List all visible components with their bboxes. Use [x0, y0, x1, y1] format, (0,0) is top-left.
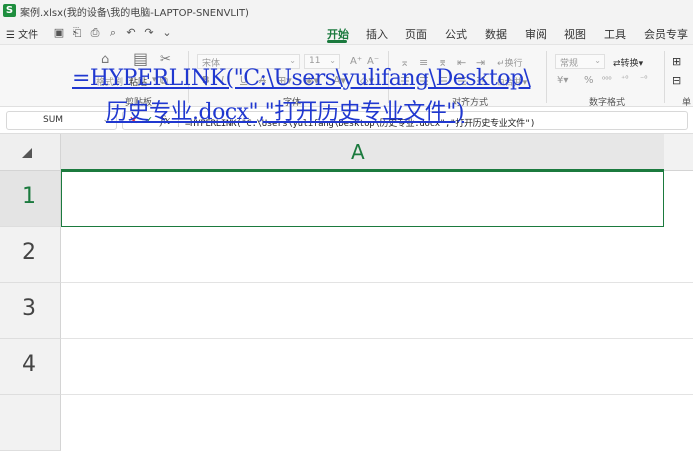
active-cell-a1[interactable]	[61, 171, 664, 227]
spreadsheet-grid: A 1 2 3 4	[0, 134, 693, 451]
row-header-3[interactable]: 3	[0, 283, 61, 339]
row-col-icon[interactable]: ⊞	[672, 55, 681, 68]
tab-page[interactable]: 页面	[405, 26, 427, 42]
undo-icon[interactable]: ↶	[124, 26, 138, 40]
row-header-label: 2	[22, 240, 36, 265]
cell-a1-hyperlink[interactable]: =HYPERLINK("C:\Users\yulifang\Desktop\ 历…	[72, 62, 662, 130]
tab-tools[interactable]: 工具	[604, 26, 626, 42]
cell-a1-line-2: 历史专业.docx","打开历史专业文件")	[106, 100, 464, 125]
print-preview-icon[interactable]: ⌕	[106, 26, 120, 40]
window-title: 案例.xlsx(我的设备\我的电脑-LAPTOP-SNENVLIT)	[20, 8, 249, 19]
select-all-icon	[22, 148, 32, 158]
tab-review[interactable]: 审阅	[525, 26, 547, 42]
title-bar: S 案例.xlsx(我的设备\我的电脑-LAPTOP-SNENVLIT)	[0, 0, 693, 22]
row-header-5[interactable]	[0, 395, 61, 451]
tab-insert[interactable]: 插入	[366, 26, 388, 42]
chevron-down-icon[interactable]: ⌄	[160, 26, 174, 40]
tab-formulas[interactable]: 公式	[445, 26, 467, 42]
column-header-a[interactable]: A	[61, 134, 664, 171]
row-gridline	[61, 338, 693, 339]
cell-a1-line-1: =HYPERLINK("C:\Users\yulifang\Desktop\	[72, 66, 531, 91]
file-menu-button[interactable]: ☰ 文件	[6, 26, 38, 41]
app-logo-icon: S	[3, 4, 16, 17]
row-header-4[interactable]: 4	[0, 339, 61, 395]
worksheet-icon[interactable]: ⊟	[672, 74, 681, 87]
active-tab-indicator	[327, 40, 347, 43]
row-header-1[interactable]: 1	[0, 171, 61, 227]
save-icon[interactable]: ▣	[52, 26, 66, 40]
column-header-empty	[664, 134, 693, 171]
print-icon[interactable]: ⎙	[88, 26, 102, 40]
row-gridline	[61, 394, 693, 395]
redo-icon[interactable]: ↷	[142, 26, 156, 40]
row-header-label: 1	[22, 184, 36, 209]
row-header-label: 3	[22, 296, 36, 321]
tab-member[interactable]: 会员专享	[644, 26, 688, 42]
tab-data[interactable]: 数据	[485, 26, 507, 42]
tab-view[interactable]: 视图	[564, 26, 586, 42]
select-all-button[interactable]	[0, 134, 61, 171]
row-header-2[interactable]: 2	[0, 227, 61, 283]
name-box-value: SUM	[43, 115, 64, 125]
column-header-label: A	[351, 140, 365, 164]
row-header-label: 4	[22, 352, 36, 377]
row-gridline	[61, 282, 693, 283]
export-icon[interactable]: ⎗	[70, 26, 84, 40]
divider	[664, 51, 665, 103]
